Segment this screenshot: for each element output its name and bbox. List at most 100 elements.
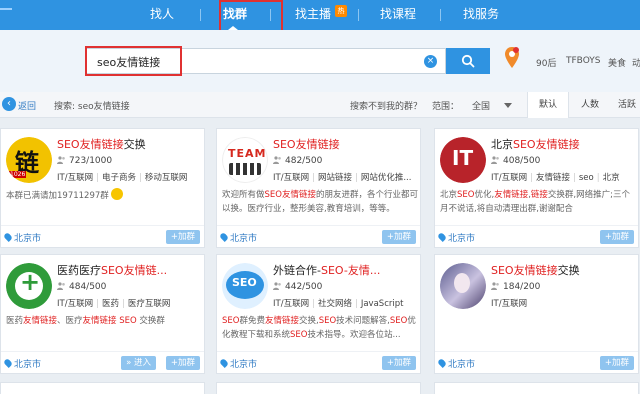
group-location: 北京市 <box>219 231 258 244</box>
hot-tag[interactable]: 动 <box>632 56 640 69</box>
tag-item[interactable]: IT/互联网 <box>57 299 93 309</box>
sort-tab-members[interactable]: 人数 <box>570 92 610 118</box>
group-card[interactable]: SEO 外链合作-SEO-友情... 442/500 IT/互联网 | 社交网络 | J… <box>216 254 421 374</box>
group-title[interactable]: 北京SEO友情链接 <box>491 136 580 152</box>
search-button[interactable] <box>446 48 490 74</box>
sort-tab-activity[interactable]: 活跃 <box>612 92 640 118</box>
nav-separator <box>358 9 359 21</box>
nav-find-anchors[interactable]: 找主播 <box>295 0 331 30</box>
join-group-button[interactable]: +加群 <box>165 230 200 244</box>
location-pin-icon[interactable] <box>503 46 521 70</box>
group-title[interactable]: SEO友情链接 <box>273 136 340 152</box>
group-card[interactable]: TEAM SEO友情链接 482/500 IT/互联网 | 网站链接 | 网站优化推..… <box>216 128 421 248</box>
desc-fragment: SEO <box>389 316 408 326</box>
join-group-button[interactable]: +加群 <box>165 356 200 370</box>
search-input[interactable] <box>97 53 397 71</box>
desc-fragment: 友情链接 <box>23 316 58 326</box>
join-group-button[interactable]: +加群 <box>381 356 416 370</box>
desc-fragment: 友情链接 <box>82 316 117 326</box>
tag-item[interactable]: 网站链接 <box>318 173 352 183</box>
group-avatar[interactable]: 链 1026 <box>6 137 52 183</box>
group-card[interactable]: 链 1026 SEO友情链接交换 723/1000 IT/互联网 | 电子商务 | 移动… <box>0 128 205 248</box>
desc-fragment: SEO友情链接 <box>264 190 316 200</box>
top-nav: 找人 找群 找主播 热 找课程 找服务 <box>0 0 640 30</box>
tag-item[interactable]: IT/互联网 <box>273 299 309 309</box>
tag-item[interactable]: 医疗互联网 <box>128 299 171 309</box>
nav-separator <box>440 9 441 21</box>
card-partial <box>216 382 421 394</box>
tag-item[interactable]: IT/互联网 <box>491 173 527 183</box>
group-title[interactable]: SEO友情链接交换 <box>57 136 146 152</box>
title-highlight: SEO友情链接 <box>57 138 124 151</box>
nav-find-services[interactable]: 找服务 <box>463 0 499 30</box>
members-icon <box>491 282 499 290</box>
sort-tab-default[interactable]: 默认 <box>527 92 569 118</box>
desc-fragment: SEO <box>318 316 337 326</box>
join-group-button[interactable]: +加群 <box>599 230 634 244</box>
not-found-link[interactable]: 搜索不到我的群？ <box>350 99 422 112</box>
enter-group-button[interactable]: » 进入 <box>121 356 156 370</box>
range-select[interactable]: 全国 <box>472 99 490 112</box>
tag-item[interactable]: 移动互联网 <box>145 173 188 183</box>
title-suffix: 交换 <box>557 264 580 277</box>
member-count-value: 408/500 <box>503 156 541 166</box>
tag-item[interactable]: 网站优化推... <box>361 173 412 183</box>
group-description: 欢迎所有做SEO友情链接的朋友进群，各个行业都可以换。医疗行业，整形美容,教育培… <box>222 188 418 216</box>
group-avatar[interactable]: TEAM <box>222 137 268 183</box>
tag-separator: | <box>312 299 315 309</box>
desc-fragment: 群免费 <box>239 316 265 326</box>
title-suffix: 交换 <box>123 138 146 151</box>
clear-icon[interactable]: × <box>424 55 437 68</box>
search-box: × <box>86 48 446 74</box>
join-group-button[interactable]: +加群 <box>599 356 634 370</box>
group-title[interactable]: SEO友情链接交换 <box>491 262 580 278</box>
tag-item[interactable]: 北京 <box>603 173 620 183</box>
tag-item[interactable]: 医药 <box>102 299 119 309</box>
back-arrow-icon[interactable]: ‹ <box>2 97 16 111</box>
hot-tag[interactable]: TFBOYS <box>566 56 601 66</box>
chevron-down-icon[interactable] <box>504 103 512 108</box>
desc-fragment: 友情链接 <box>494 190 529 200</box>
nav-find-courses[interactable]: 找课程 <box>380 0 416 30</box>
member-count: 723/1000 <box>57 156 112 166</box>
group-tags: IT/互联网 <box>491 297 527 309</box>
member-count-value: 442/500 <box>285 282 323 292</box>
group-title[interactable]: 外链合作-SEO-友情... <box>273 262 380 278</box>
group-title[interactable]: 医药医疗SEO友情链... <box>57 262 167 278</box>
tag-item[interactable]: IT/互联网 <box>491 299 527 309</box>
location-icon <box>437 232 447 242</box>
members-icon <box>57 156 65 164</box>
join-group-button[interactable]: +加群 <box>381 230 416 244</box>
tag-item[interactable]: 社交网络 <box>318 299 352 309</box>
logo-team-text: TEAM <box>228 147 267 160</box>
member-count-value: 484/500 <box>69 282 107 292</box>
tag-item[interactable]: IT/互联网 <box>57 173 93 183</box>
group-description <box>440 314 636 342</box>
title-prefix: 医药医疗 <box>57 264 101 277</box>
members-icon <box>57 282 65 290</box>
desc-fragment: 交换群 <box>136 316 165 326</box>
group-card[interactable]: SEO友情链接交换 184/200 IT/互联网 北京市 +加群 <box>434 254 639 374</box>
group-avatar[interactable]: IT <box>440 137 486 183</box>
back-link[interactable]: 返回 <box>18 99 36 112</box>
hot-tag[interactable]: 90后 <box>536 56 556 69</box>
group-avatar[interactable] <box>440 263 486 309</box>
group-card[interactable]: IT 北京SEO友情链接 408/500 IT/互联网 | 友情链接 | seo | 北京 … <box>434 128 639 248</box>
group-tags: IT/互联网 | 社交网络 | JavaScript <box>273 297 403 309</box>
member-count: 184/200 <box>491 282 540 292</box>
tag-item[interactable]: JavaScript <box>361 299 404 309</box>
hot-tag[interactable]: 美食 <box>608 56 626 69</box>
group-avatar[interactable]: SEO <box>222 263 268 309</box>
group-tags: IT/互联网 | 医药 | 医疗互联网 <box>57 297 170 309</box>
desc-fragment: 技术指导。欢迎各位站... <box>307 330 401 340</box>
tag-item[interactable]: 友情链接 <box>536 173 570 183</box>
tag-item[interactable]: IT/互联网 <box>273 173 309 183</box>
group-avatar[interactable]: + <box>6 263 52 309</box>
location-text: 北京市 <box>230 234 258 244</box>
group-card[interactable]: + 医药医疗SEO友情链... 484/500 IT/互联网 | 医药 | 医疗互联网 … <box>0 254 205 374</box>
logo-seo-text: SEO <box>232 276 257 289</box>
tag-item[interactable]: seo <box>579 173 594 183</box>
nav-find-people[interactable]: 找人 <box>150 0 174 30</box>
location-icon <box>3 358 13 368</box>
tag-item[interactable]: 电子商务 <box>102 173 136 183</box>
